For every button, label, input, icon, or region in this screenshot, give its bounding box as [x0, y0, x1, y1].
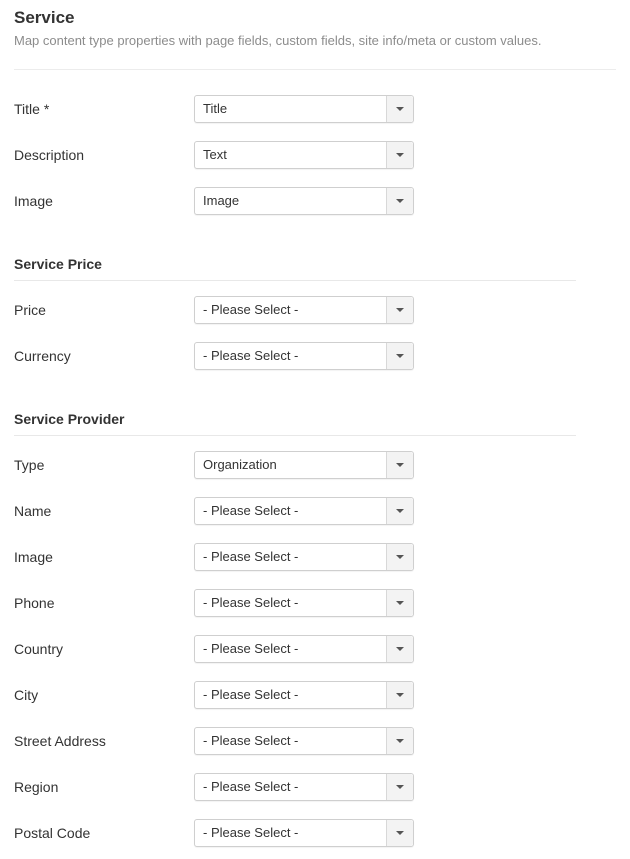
dropdown-toggle[interactable] [386, 297, 413, 323]
field-select-provider-image[interactable]: - Please Select - [194, 543, 414, 571]
field-row-provider-postal-code: Postal Code - Please Select - [14, 819, 414, 847]
dropdown-toggle[interactable] [386, 188, 413, 214]
field-row-image: Image Image [14, 187, 414, 215]
caret-down-icon [396, 308, 404, 312]
field-select-provider-postal-code[interactable]: - Please Select - [194, 819, 414, 847]
field-label: Description [14, 147, 85, 163]
dropdown-toggle[interactable] [386, 774, 413, 800]
field-select-provider-type[interactable]: Organization [194, 451, 414, 479]
select-value: - Please Select - [203, 503, 299, 518]
select-value: - Please Select - [203, 641, 299, 656]
select-value: - Please Select - [203, 595, 299, 610]
field-label: Image [14, 193, 53, 209]
page-subtitle: Map content type properties with page fi… [14, 33, 542, 48]
caret-down-icon [396, 739, 404, 743]
field-select-provider-phone[interactable]: - Please Select - [194, 589, 414, 617]
caret-down-icon [396, 555, 404, 559]
field-row-price-currency: Currency - Please Select - [14, 342, 414, 370]
field-select-provider-city[interactable]: - Please Select - [194, 681, 414, 709]
field-row-provider-image: Image - Please Select - [14, 543, 414, 571]
caret-down-icon [396, 153, 404, 157]
dropdown-toggle[interactable] [386, 452, 413, 478]
caret-down-icon [396, 107, 404, 111]
select-value: - Please Select - [203, 549, 299, 564]
field-label: Type [14, 457, 45, 473]
select-value: - Please Select - [203, 302, 299, 317]
field-label: Country [14, 641, 64, 657]
field-select-title[interactable]: Title [194, 95, 414, 123]
field-select-description[interactable]: Text [194, 141, 414, 169]
field-label: Title * [14, 101, 50, 117]
field-label: Price [14, 302, 46, 318]
field-select-provider-region[interactable]: - Please Select - [194, 773, 414, 801]
field-select-price-price[interactable]: - Please Select - [194, 296, 414, 324]
caret-down-icon [396, 785, 404, 789]
field-select-price-currency[interactable]: - Please Select - [194, 342, 414, 370]
section-heading-service-price: Service Price [14, 256, 576, 281]
field-row-provider-region: Region - Please Select - [14, 773, 414, 801]
dropdown-toggle[interactable] [386, 498, 413, 524]
caret-down-icon [396, 199, 404, 203]
field-select-image[interactable]: Image [194, 187, 414, 215]
caret-down-icon [396, 509, 404, 513]
dropdown-toggle[interactable] [386, 820, 413, 846]
page-title: Service [14, 8, 75, 27]
field-label: City [14, 687, 39, 703]
caret-down-icon [396, 354, 404, 358]
dropdown-toggle[interactable] [386, 343, 413, 369]
dropdown-toggle[interactable] [386, 682, 413, 708]
dropdown-toggle[interactable] [386, 544, 413, 570]
dropdown-toggle[interactable] [386, 728, 413, 754]
select-value: Image [203, 193, 240, 208]
select-value: - Please Select - [203, 779, 299, 794]
dropdown-toggle[interactable] [386, 636, 413, 662]
dropdown-toggle[interactable] [386, 142, 413, 168]
field-select-provider-name[interactable]: - Please Select - [194, 497, 414, 525]
select-value: Text [203, 147, 227, 162]
field-row-price-price: Price - Please Select - [14, 296, 414, 324]
field-label: Name [14, 503, 52, 519]
field-row-provider-name: Name - Please Select - [14, 497, 414, 525]
select-value: Organization [203, 457, 277, 472]
field-row-provider-type: Type Organization [14, 451, 414, 479]
field-row-provider-street-address: Street Address - Please Select - [14, 727, 414, 755]
field-label: Currency [14, 348, 71, 364]
dropdown-toggle[interactable] [386, 96, 413, 122]
select-value: - Please Select - [203, 825, 299, 840]
field-row-provider-country: Country - Please Select - [14, 635, 414, 663]
select-value: Title [203, 101, 228, 116]
field-row-provider-city: City - Please Select - [14, 681, 414, 709]
field-select-provider-street-address[interactable]: - Please Select - [194, 727, 414, 755]
select-value: - Please Select - [203, 733, 299, 748]
caret-down-icon [396, 463, 404, 467]
dropdown-toggle[interactable] [386, 590, 413, 616]
select-value: - Please Select - [203, 687, 299, 702]
caret-down-icon [396, 601, 404, 605]
caret-down-icon [396, 693, 404, 697]
field-row-description: Description Text [14, 141, 414, 169]
field-label: Street Address [14, 733, 106, 749]
caret-down-icon [396, 647, 404, 651]
select-value: - Please Select - [203, 348, 299, 363]
header-divider [14, 69, 616, 70]
section-heading-service-provider: Service Provider [14, 411, 576, 436]
field-row-provider-phone: Phone - Please Select - [14, 589, 414, 617]
field-label: Image [14, 549, 53, 565]
field-label: Postal Code [14, 825, 91, 841]
field-select-provider-country[interactable]: - Please Select - [194, 635, 414, 663]
field-row-title: Title * Title [14, 95, 414, 123]
field-label: Region [14, 779, 59, 795]
field-label: Phone [14, 595, 55, 611]
caret-down-icon [396, 831, 404, 835]
